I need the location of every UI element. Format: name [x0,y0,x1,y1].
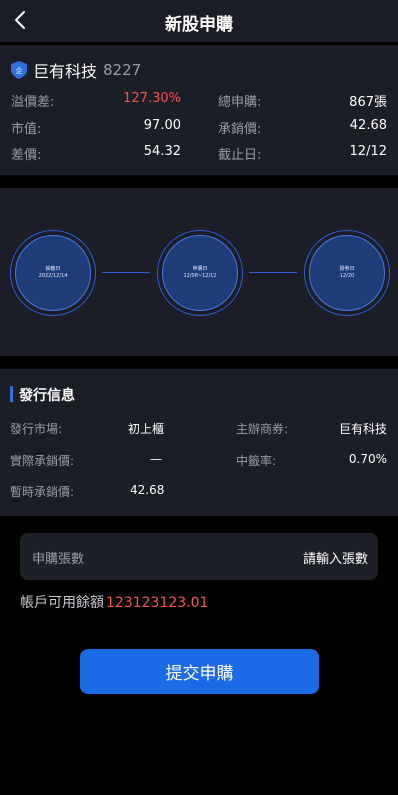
underwriting-price-label: 承銷價: [218,122,262,137]
page-title: 新股申購 [165,15,233,35]
stock-code: 8227 [103,61,142,79]
timeline-step-subscribe: 申購日 12/08~12/12 [157,230,243,316]
deadline-value: 12/12 [349,144,387,159]
timeline-connector [249,272,297,273]
issue-info-card: 發行信息 發行市場: 初上櫃 主辦商券: 巨有科技 實際承銷價: — 中籤率: … [0,369,398,516]
actual-price-label: 實際承銷價: [10,454,75,468]
premium-label: 溢價差: [11,95,55,110]
timeline-card: 抽籤日 2022/12/14 申購日 12/08~12/12 撥券日 12/20 [0,188,398,356]
lead-underwriter-label: 主辦商券: [236,422,289,436]
issue-info-title: 發行信息 [19,388,75,404]
timeline-step-lottery: 抽籤日 2022/12/14 [10,230,96,316]
total-subscribe-label: 總申購: [218,95,262,110]
issue-market-value: 初上櫃 [128,422,165,436]
spread-value: 54.32 [143,144,181,159]
premium-value: 127.30% [123,91,181,106]
svg-text:企: 企 [16,66,23,75]
top-bar: 新股申購 [0,0,398,42]
deadline-label: 截止日: [218,148,262,163]
available-balance: 帳戶可用餘額 123123123.01 [20,592,208,612]
timeline-connector [102,272,150,273]
stock-heading: 企 巨有科技 8227 [11,59,141,81]
timeline-step-allocation: 撥券日 12/20 [304,230,390,316]
actual-price-value: — [150,452,162,466]
timeline-step-date: 2022/12/14 [38,273,68,279]
quantity-input-label: 申購張數 [32,552,85,567]
submit-subscription-button[interactable]: 提交申購 [80,649,319,694]
timeline-step-date: 12/20 [339,273,355,279]
win-rate-label: 中籤率: [236,454,277,468]
temp-price-value: 42.68 [130,483,165,497]
market-value-value: 97.00 [143,118,181,133]
available-balance-value: 123123123.01 [106,595,209,611]
total-subscribe-value: 867張 [349,95,387,110]
available-balance-label: 帳戶可用餘額 [20,595,104,611]
timeline-step-label: 抽籤日 [45,266,61,272]
timeline-step-date: 12/08~12/12 [183,273,217,279]
spread-label: 差價: [11,148,42,163]
stock-summary-card: 企 巨有科技 8227 溢價差: 127.30% 總申購: 867張 市值: 9… [0,45,398,175]
temp-price-label: 暫時承銷價: [10,485,75,499]
quantity-input-placeholder[interactable]: 請輸入張數 [303,548,368,567]
quantity-input[interactable]: 申購張數 請輸入張數 [20,533,378,580]
issue-market-label: 發行市場: [10,422,63,436]
timeline-step-label: 撥券日 [339,266,355,272]
section-accent-bar [10,386,13,402]
timeline-step-label: 申購日 [192,266,208,272]
lead-underwriter-value: 巨有科技 [338,422,387,436]
market-value-label: 市值: [11,122,42,137]
win-rate-value: 0.70% [348,452,387,466]
shield-icon: 企 [11,61,27,79]
stock-name: 巨有科技 [33,62,98,81]
underwriting-price-value: 42.68 [349,118,387,133]
